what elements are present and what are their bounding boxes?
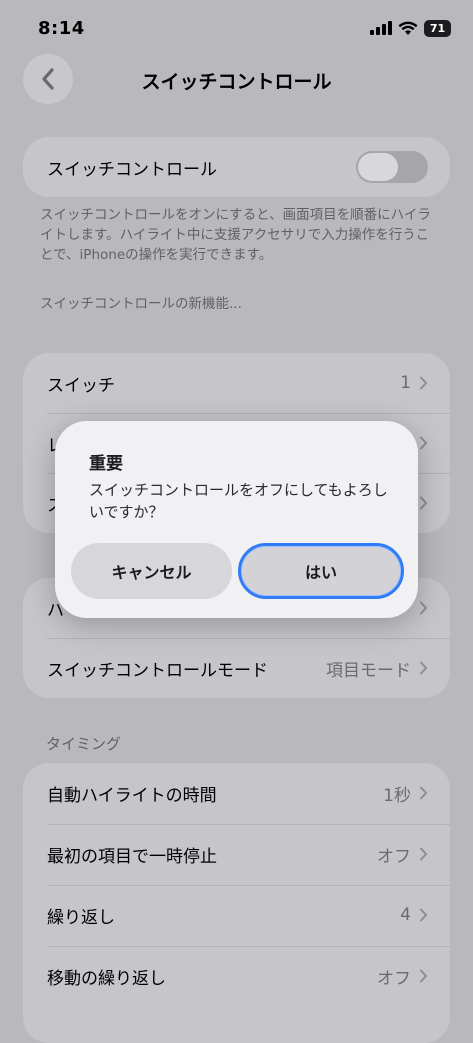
status-time: 8:14 <box>38 18 85 39</box>
row-label: 最初の項目で一時停止 <box>47 846 217 867</box>
confirm-button[interactable]: はい <box>238 543 404 599</box>
chevron-right-icon <box>420 969 428 983</box>
row-label: 繰り返し <box>47 907 115 928</box>
cancel-button[interactable]: キャンセル <box>71 543 232 599</box>
confirm-dialog: 重要 スイッチコントロールをオフにしてもよろしいですか？ キャンセル はい <box>55 421 418 618</box>
chevron-right-icon <box>420 601 428 615</box>
timing-card: 自動ハイライトの時間 1秒 最初の項目で一時停止 オフ 繰り返し 4 移動の繰り… <box>23 763 450 1043</box>
row-value: 1 <box>400 373 411 393</box>
wifi-icon <box>398 21 418 35</box>
dialog-message: スイッチコントロールをオフにしてもよろしいですか？ <box>89 481 388 521</box>
battery-icon: 71 <box>424 19 451 37</box>
switch-control-label: スイッチコントロール <box>47 159 217 180</box>
switch-control-mode-row[interactable]: スイッチコントロールモード 項目モード <box>23 638 450 698</box>
chevron-right-icon <box>420 661 428 675</box>
page-title: スイッチコントロール <box>141 71 332 93</box>
timing-section-header: タイミング <box>46 735 122 753</box>
dialog-title: 重要 <box>89 454 123 474</box>
whats-new-link[interactable]: スイッチコントロールの新機能... <box>40 294 440 314</box>
row-value: 4 <box>400 905 411 925</box>
chevron-right-icon <box>420 786 428 800</box>
row-label: スイッチコントロールモード <box>47 660 268 681</box>
battery-level: 71 <box>429 21 446 35</box>
toggle-knob <box>358 153 398 181</box>
chevron-right-icon <box>420 496 428 510</box>
loops-row[interactable]: 繰り返し 4 <box>23 885 450 945</box>
status-icons: 71 <box>370 18 451 38</box>
row-value: オフ <box>377 846 411 867</box>
switches-row[interactable]: スイッチ 1 <box>23 353 450 413</box>
chevron-right-icon <box>420 847 428 861</box>
description-text: スイッチコントロールをオンにすると、画面項目を順番にハイライトします。ハイライト… <box>40 207 431 263</box>
cellular-signal-icon <box>370 21 392 35</box>
pause-on-first-item-row[interactable]: 最初の項目で一時停止 オフ <box>23 824 450 884</box>
row-label: 自動ハイライトの時間 <box>47 785 217 806</box>
chevron-right-icon <box>420 436 428 450</box>
row-value: オフ <box>377 968 411 989</box>
main-toggle-card: スイッチコントロール <box>23 137 450 197</box>
row-value: 項目モード <box>326 660 411 681</box>
row-value: 1秒 <box>383 785 411 806</box>
switch-control-toggle-row[interactable]: スイッチコントロール <box>23 137 450 197</box>
chevron-right-icon <box>420 908 428 922</box>
row-label: 移動の繰り返し <box>47 968 166 989</box>
row-label: スイッチ <box>47 375 115 396</box>
switch-control-toggle[interactable] <box>356 151 428 183</box>
auto-scanning-time-row[interactable]: 自動ハイライトの時間 1秒 <box>23 763 450 823</box>
chevron-right-icon <box>420 376 428 390</box>
move-repeat-row[interactable]: 移動の繰り返し オフ <box>23 946 450 1006</box>
